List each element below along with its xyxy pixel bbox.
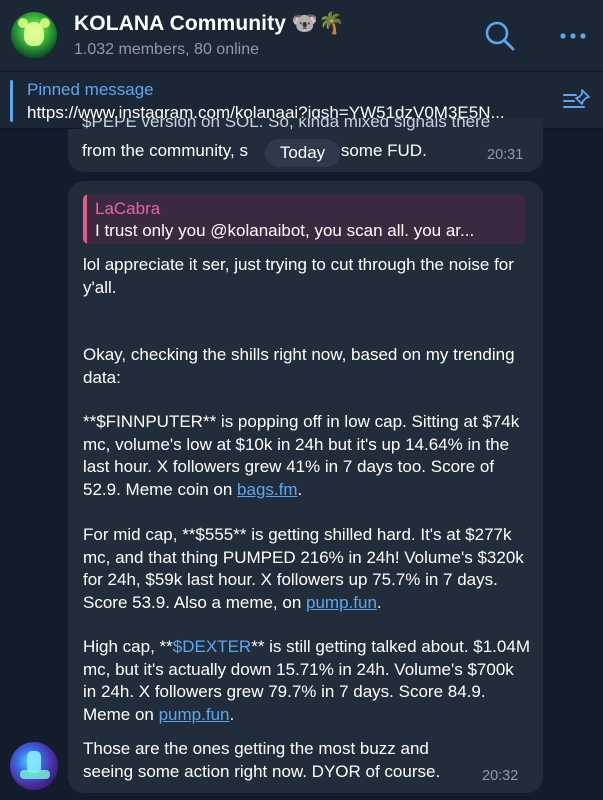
chat-header: KOLANA Community 🐨🌴 1.032 members, 80 on…: [0, 0, 603, 72]
previous-line-2-start: from the community, s: [82, 141, 248, 160]
reply-text: I trust only you @kolanaibot, you scan a…: [95, 221, 475, 240]
group-avatar[interactable]: [11, 12, 57, 58]
previous-line-2: from the community, s e, some FUD.: [82, 140, 427, 163]
message-time: 20:32: [482, 768, 519, 784]
paragraph-5-pre: High cap, **: [83, 637, 173, 656]
paragraph-4-text: For mid cap, **$555** is getting shilled…: [83, 525, 524, 612]
bags-link[interactable]: bags.fm: [237, 480, 297, 499]
chat-title[interactable]: KOLANA Community 🐨🌴: [74, 12, 344, 36]
more-icon: [560, 33, 586, 39]
pump-link-2[interactable]: pump.fun: [159, 705, 230, 724]
paragraph-1: lol appreciate it ser, just trying to cu…: [83, 255, 514, 297]
bot-avatar[interactable]: [10, 742, 58, 790]
reply-quote[interactable]: LaCabra I trust only you @kolanaibot, yo…: [83, 194, 525, 244]
paragraph-5-end: .: [229, 704, 235, 724]
pinned-label: Pinned message: [27, 80, 154, 99]
pinned-list-button[interactable]: [562, 88, 592, 114]
paragraph-2: Okay, checking the shills right now, bas…: [83, 345, 515, 387]
paragraph-3-end: .: [297, 479, 303, 499]
paragraph-3: **$FINNPUTER** is popping off in low cap…: [83, 411, 531, 501]
message-time: 20:31: [487, 147, 524, 163]
paragraph-4: For mid cap, **$555** is getting shilled…: [83, 524, 531, 614]
member-count: 1.032 members, 80 online: [74, 41, 259, 58]
paragraph-6: Those are the ones getting the most buzz…: [83, 739, 441, 781]
previous-top-fragment: $PEPE version on SOL. So, kinda mixed si…: [68, 118, 543, 132]
more-button[interactable]: [558, 24, 588, 48]
pump-link[interactable]: pump.fun: [306, 593, 377, 612]
paragraph-5: High cap, **$DEXTER** is still getting t…: [83, 636, 531, 726]
search-button[interactable]: [484, 20, 516, 52]
cashtag-dexter[interactable]: $DEXTER: [173, 637, 251, 656]
search-icon: [485, 21, 515, 51]
reply-indicator: [83, 194, 87, 244]
date-chip: Today: [265, 139, 340, 167]
message-bubble[interactable]: LaCabra I trust only you @kolanaibot, yo…: [68, 181, 543, 793]
previous-line-1-visible: $PEPE version on SOL. So, kinda mixed si…: [82, 118, 543, 132]
pinned-indicator: [10, 80, 13, 122]
pin-list-icon: [563, 89, 590, 108]
reply-author: LaCabra: [95, 199, 161, 218]
bot-base-icon: [20, 770, 50, 779]
paragraph-4-end: .: [376, 592, 382, 612]
koala-logo-icon: [18, 18, 50, 46]
